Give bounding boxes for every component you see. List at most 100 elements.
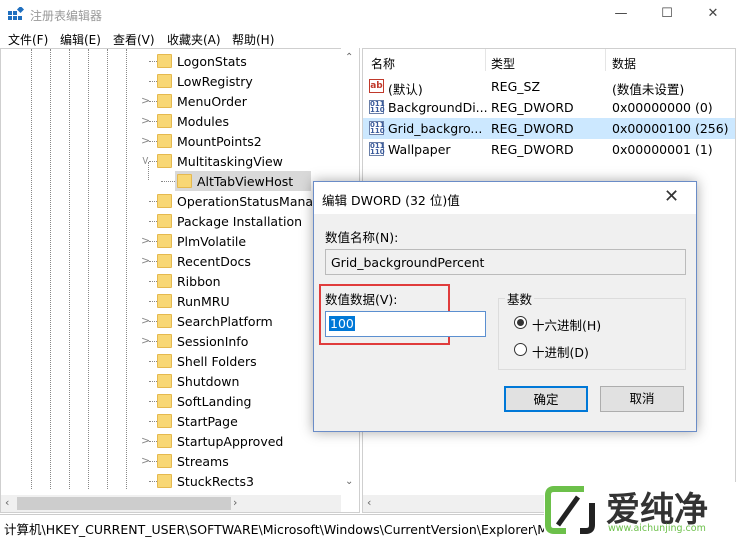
tree-item-label: Shell Folders xyxy=(177,354,257,369)
tree-item[interactable]: > Streams xyxy=(1,451,341,471)
hex-radio[interactable] xyxy=(514,316,527,329)
folder-icon xyxy=(177,174,192,188)
scroll-left-icon[interactable]: ‹ xyxy=(5,496,9,509)
tree-horizontal-scrollbar[interactable]: ‹ › xyxy=(1,495,341,512)
value-data: 0x00000000 (0) xyxy=(612,100,713,115)
ok-button[interactable]: 确定 xyxy=(504,386,588,412)
tree-connector xyxy=(149,141,157,142)
tree-item-label: MountPoints2 xyxy=(177,134,262,149)
value-type: REG_DWORD xyxy=(491,121,574,136)
tree-connector xyxy=(149,161,157,162)
tree-guide-line xyxy=(148,162,149,180)
folder-icon xyxy=(157,154,172,168)
tree-connector xyxy=(149,261,157,262)
value-row[interactable]: 011 110 Wallpaper REG_DWORD 0x00000001 (1) xyxy=(363,139,735,160)
tree-item[interactable]: Package Installation xyxy=(1,211,341,231)
tree-item[interactable]: StuckRects3 xyxy=(1,471,341,491)
tree-item-label: Shutdown xyxy=(177,374,240,389)
tree-item-label: RecentDocs xyxy=(177,254,251,269)
column-header-type[interactable]: 类型 xyxy=(491,55,515,72)
tree-item[interactable]: > Modules xyxy=(1,111,341,131)
tree-item-label: OperationStatusManag xyxy=(177,194,322,209)
tree-item[interactable]: > MountPoints2 xyxy=(1,131,341,151)
tree-item[interactable]: > RecentDocs xyxy=(1,251,341,271)
value-row[interactable]: 011 110 Grid_backgro... REG_DWORD 0x00000100… xyxy=(363,118,735,139)
tree-item[interactable]: LogonStats xyxy=(1,51,341,71)
tree-connector xyxy=(149,241,157,242)
tree-item-label: StartPage xyxy=(177,414,238,429)
folder-icon xyxy=(157,454,172,468)
tree-connector xyxy=(149,461,157,462)
menu-help[interactable]: 帮助(H) xyxy=(232,31,274,48)
folder-icon xyxy=(157,334,172,348)
tree-item[interactable]: > SearchPlatform xyxy=(1,311,341,331)
folder-icon xyxy=(157,214,172,228)
tree-item[interactable]: Shell Folders xyxy=(1,351,341,371)
tree-item[interactable]: > MultitaskingView xyxy=(1,151,341,171)
dword-value-icon: 011 110 xyxy=(369,142,385,156)
tree-item-label: Ribbon xyxy=(177,274,221,289)
column-divider[interactable] xyxy=(485,49,486,71)
dialog-title: 编辑 DWORD (32 位)值 xyxy=(322,193,460,208)
tree-item[interactable]: LowRegistry xyxy=(1,71,341,91)
menu-view[interactable]: 查看(V) xyxy=(113,31,155,48)
dialog-close-icon[interactable]: ✕ xyxy=(664,186,679,207)
value-row[interactable]: ab (默认) REG_SZ (数值未设置) xyxy=(363,76,735,97)
tree-item[interactable]: AltTabViewHost xyxy=(1,171,341,191)
tree-item-label: StuckRects3 xyxy=(177,474,254,489)
tree-item[interactable]: Shutdown xyxy=(1,371,341,391)
regedit-app-icon xyxy=(8,7,24,20)
hex-radio-label[interactable]: 十六进制(H) xyxy=(532,315,601,334)
menu-file[interactable]: 文件(F) xyxy=(8,31,48,48)
menu-edit[interactable]: 编辑(E) xyxy=(60,31,101,48)
tree-item-label: Modules xyxy=(177,114,229,129)
tree-connector xyxy=(149,121,157,122)
dialog-title-bar: 编辑 DWORD (32 位)值 ✕ xyxy=(314,182,696,214)
folder-icon xyxy=(157,54,172,68)
folder-icon xyxy=(157,374,172,388)
scroll-down-icon[interactable]: ⌄ xyxy=(345,476,353,487)
value-data-input[interactable]: 100 xyxy=(325,311,486,337)
registry-path: 计算机\HKEY_CURRENT_USER\SOFTWARE\Microsoft… xyxy=(4,522,565,537)
value-data-label: 数值数据(V): xyxy=(325,292,398,307)
tree-item[interactable]: OperationStatusManag xyxy=(1,191,341,211)
tree-item-label: LogonStats xyxy=(177,54,247,69)
tree-connector xyxy=(149,301,157,302)
tree-item[interactable]: > SessionInfo xyxy=(1,331,341,351)
dec-radio-label[interactable]: 十进制(D) xyxy=(532,342,589,361)
value-row[interactable]: 011 110 BackgroundDi... REG_DWORD 0x00000000… xyxy=(363,97,735,118)
cancel-button[interactable]: 取消 xyxy=(600,386,684,412)
dec-radio[interactable] xyxy=(514,343,527,356)
watermark-url: www.aichunjing.com xyxy=(608,523,706,534)
tree-item[interactable]: StartPage xyxy=(1,411,341,431)
tree-connector xyxy=(149,221,157,222)
folder-icon xyxy=(157,474,172,488)
column-header-data[interactable]: 数据 xyxy=(612,55,636,72)
column-header-name[interactable]: 名称 xyxy=(371,55,395,72)
tree-connector xyxy=(149,421,157,422)
maximize-button[interactable]: ☐ xyxy=(644,0,690,30)
close-button[interactable]: ✕ xyxy=(690,0,736,30)
value-data: 0x00000001 (1) xyxy=(612,142,713,157)
tree-connector xyxy=(149,61,157,62)
scrollbar-thumb[interactable] xyxy=(17,497,231,510)
tree-item[interactable]: > PlmVolatile xyxy=(1,231,341,251)
scroll-left-icon[interactable]: ‹ xyxy=(367,496,371,509)
tree-item[interactable]: RunMRU xyxy=(1,291,341,311)
title-bar: 注册表编辑器 — ☐ ✕ xyxy=(0,0,736,30)
tree-item-label: SoftLanding xyxy=(177,394,252,409)
tree-item[interactable]: > MenuOrder xyxy=(1,91,341,111)
tree-item[interactable]: > StartupApproved xyxy=(1,431,341,451)
dword-value-icon: 011 110 xyxy=(369,121,385,135)
minimize-button[interactable]: — xyxy=(598,0,644,30)
tree-item[interactable]: Ribbon xyxy=(1,271,341,291)
scroll-right-icon[interactable]: › xyxy=(233,496,237,509)
watermark: 爱纯净 www.aichunjing.com xyxy=(544,482,736,537)
value-data: 0x00000100 (256) xyxy=(612,121,729,136)
tree-item[interactable]: SoftLanding xyxy=(1,391,341,411)
tree-item-label: PlmVolatile xyxy=(177,234,247,249)
scroll-up-icon[interactable]: ⌃ xyxy=(345,52,353,63)
column-divider[interactable] xyxy=(605,49,606,71)
menu-favorites[interactable]: 收藏夹(A) xyxy=(167,31,221,48)
tree-connector xyxy=(149,361,157,362)
